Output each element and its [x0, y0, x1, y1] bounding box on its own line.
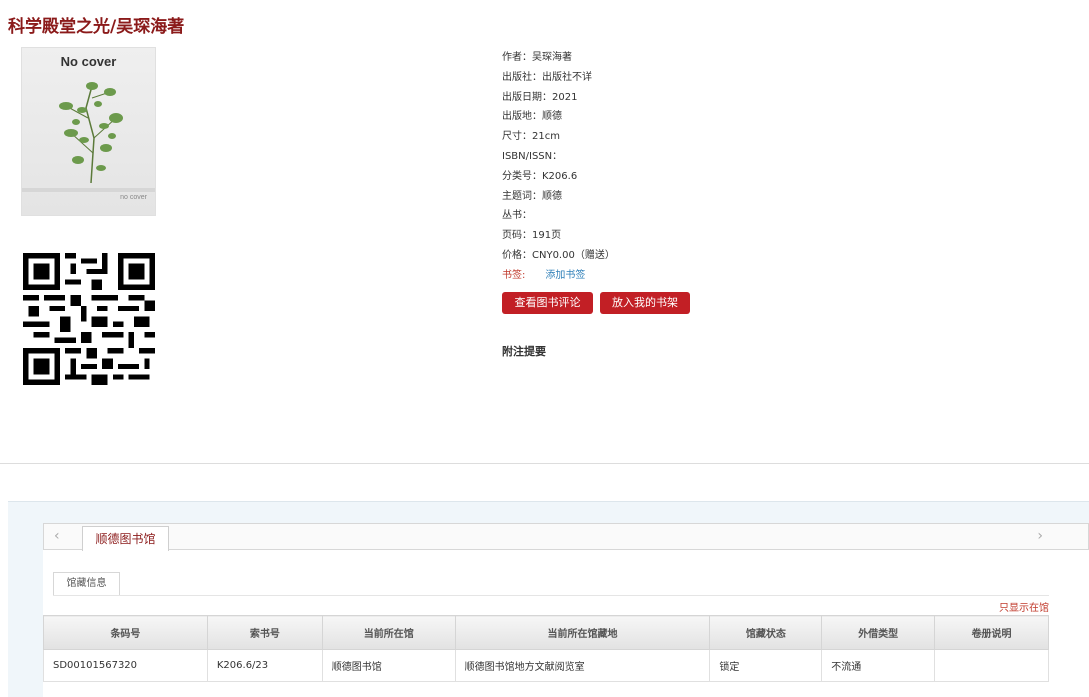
holdings-table: 条码号 索书号 当前所在馆 当前所在馆藏地 馆藏状态 外借类型 卷册说明 SD0…	[43, 615, 1049, 682]
meta-isbn: ISBN/ISSN：	[502, 150, 563, 162]
meta-pub-place: 出版地：顺德	[502, 111, 562, 123]
col-current-location[interactable]: 当前所在馆藏地	[454, 615, 711, 650]
col-current-library[interactable]: 当前所在馆	[321, 615, 456, 650]
cell-current-location: 顺德图书馆地方文献阅览室	[454, 649, 711, 682]
view-reviews-button[interactable]: 查看图书评论	[502, 292, 593, 314]
holding-tab-underline	[53, 595, 1049, 596]
col-barcode[interactable]: 条码号	[43, 615, 208, 650]
library-tab-bar: ‹ 顺德图书馆 ›	[43, 523, 1089, 551]
plant-illustration	[59, 82, 123, 184]
meta-size: 尺寸：21cm	[502, 131, 560, 143]
book-metadata: 作者：吴琛海著 出版社：出版社不详 出版日期：2021 出版地：顺德 尺寸：21…	[502, 48, 902, 286]
table-row: SD00101567320 K206.6/23 顺德图书馆 顺德图书馆地方文献阅…	[43, 649, 1049, 682]
cell-current-library: 顺德图书馆	[321, 649, 456, 682]
cover-strip	[22, 188, 155, 192]
abstract-heading: 附注提要	[502, 345, 546, 358]
tab-shunde-library[interactable]: 顺德图书馆	[82, 526, 169, 551]
meta-pub-date: 出版日期：2021	[502, 91, 578, 103]
section-divider	[0, 463, 1089, 464]
holdings-panel: ‹ 顺德图书馆 › 馆藏信息 只显示在馆 条码号 索书号 当前所在馆 当前所在馆…	[8, 501, 1089, 697]
book-cover-image: No cover no cover	[21, 47, 156, 216]
table-header-row: 条码号 索书号 当前所在馆 当前所在馆藏地 馆藏状态 外借类型 卷册说明	[43, 615, 1049, 650]
only-show-available-link[interactable]: 只显示在馆	[999, 599, 1049, 614]
cell-volume-note	[934, 649, 1049, 682]
col-loan-type[interactable]: 外借类型	[821, 615, 936, 650]
meta-class-number: 分类号：K206.6	[502, 170, 578, 182]
chevron-left-icon[interactable]: ‹	[54, 528, 60, 544]
meta-publisher: 出版社：出版社不详	[502, 71, 592, 83]
col-call-number[interactable]: 索书号	[206, 615, 323, 650]
cell-loan-type: 不流通	[821, 649, 936, 682]
add-bookmark-link[interactable]: 添加书签	[545, 270, 585, 281]
meta-subject: 主题词：顺德	[502, 190, 562, 202]
cell-status: 锁定	[709, 649, 823, 682]
book-title: 科学殿堂之光/吴琛海著	[8, 17, 185, 37]
tab-holding-info[interactable]: 馆藏信息	[53, 572, 120, 596]
cell-call-number: K206.6/23	[206, 649, 323, 682]
meta-pages: 页码：191页	[502, 230, 562, 242]
bookmark-label: 书签:	[502, 269, 526, 281]
col-status[interactable]: 馆藏状态	[709, 615, 823, 650]
cover-title: No cover	[60, 54, 117, 69]
cell-barcode: SD00101567320	[43, 649, 208, 682]
col-volume-note[interactable]: 卷册说明	[934, 615, 1049, 650]
qr-code-icon	[23, 253, 155, 385]
meta-bookmark: 书签: 添加书签	[502, 266, 902, 286]
meta-series: 丛书：	[502, 210, 532, 222]
holdings-panel-inner: ‹ 顺德图书馆 › 馆藏信息 只显示在馆 条码号 索书号 当前所在馆 当前所在馆…	[43, 523, 1089, 697]
meta-price: 价格：CNY0.00（赠送）	[502, 249, 615, 261]
meta-author: 作者：吴琛海著	[502, 52, 572, 63]
chevron-right-icon[interactable]: ›	[1037, 528, 1043, 544]
add-to-shelf-button[interactable]: 放入我的书架	[600, 292, 690, 314]
cover-footer: no cover	[120, 194, 147, 201]
